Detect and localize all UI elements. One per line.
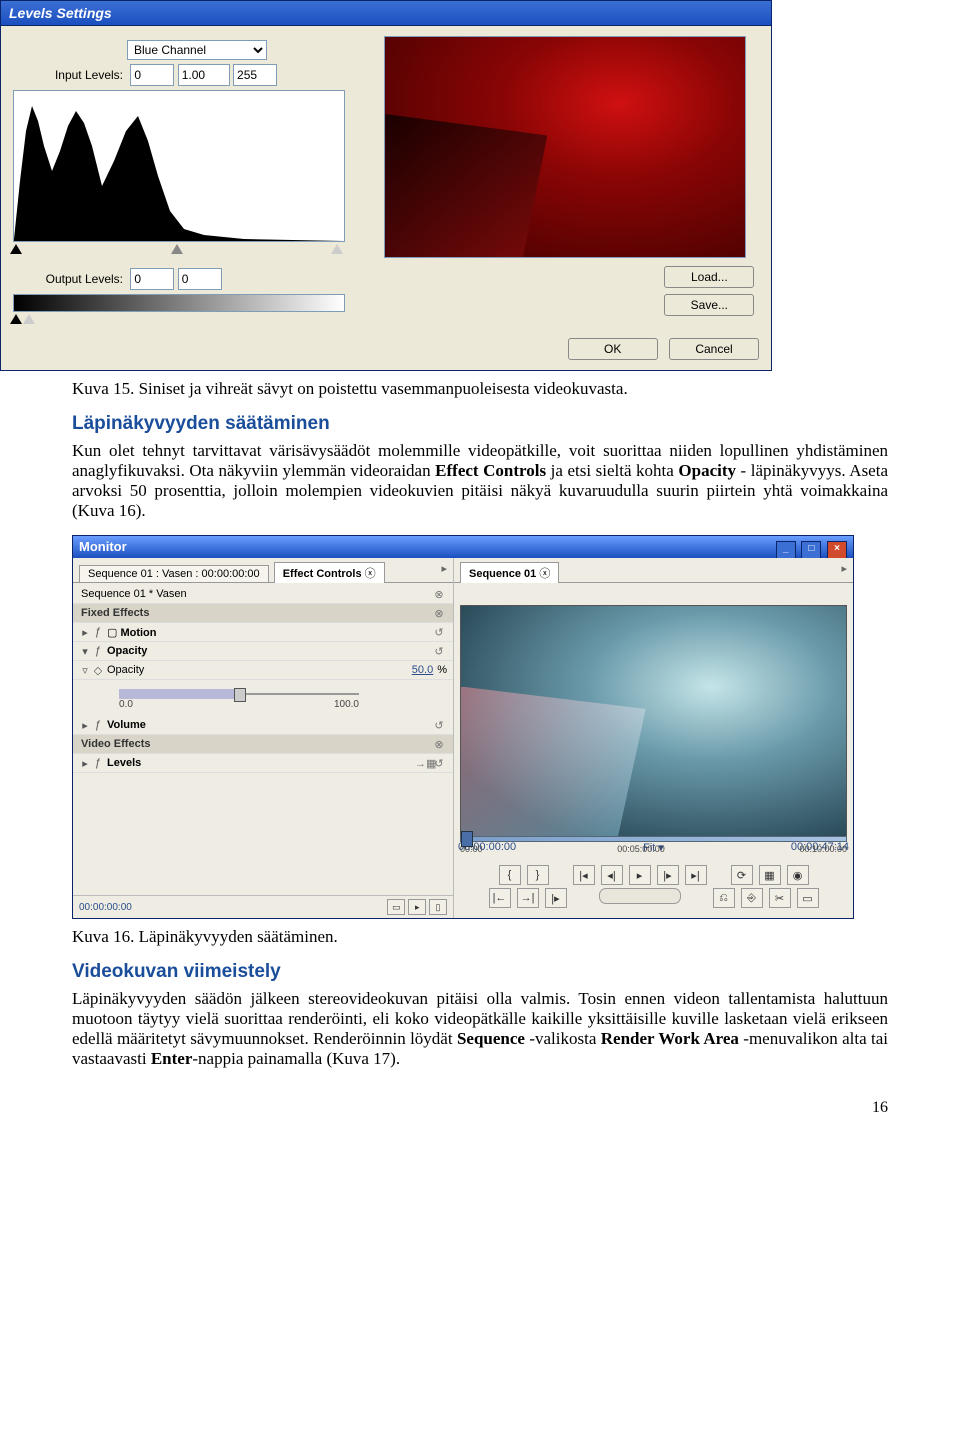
cancel-button[interactable]: Cancel (669, 338, 759, 360)
opacity-value[interactable]: 50.0 (412, 664, 433, 676)
para-lapinakyvyys: Kun olet tehnyt tarvittavat värisävysääd… (72, 441, 888, 521)
output-gradient (13, 294, 345, 312)
loop-icon[interactable]: ⟳ (731, 865, 753, 885)
tab-sequence-source[interactable]: Sequence 01 : Vasen : 00:00:00:00 (79, 565, 269, 582)
levels-settings-dialog: Levels Settings Blue Channel Input Level… (0, 0, 772, 371)
minimize-button[interactable]: _ (776, 541, 796, 559)
panel-menu-icon[interactable]: ▸ (441, 562, 447, 575)
effect-opacity[interactable]: ▾ ƒ Opacity ↺ (73, 642, 453, 661)
ok-button[interactable]: OK (568, 338, 658, 360)
export-frame-icon[interactable]: ▭ (797, 888, 819, 908)
levels-preview (384, 36, 746, 258)
output-max-field[interactable] (178, 268, 222, 290)
twirl-icon[interactable]: ▸ (79, 757, 91, 770)
para-viimeistely: Läpinäkyvyyden säädön jälkeen stereovide… (72, 989, 888, 1069)
ec-timecode: 00:00:00:00 (79, 902, 132, 913)
step-forward-icon[interactable]: |▸ (657, 865, 679, 885)
effect-enable-icon[interactable]: ƒ (91, 645, 105, 657)
output-slider[interactable] (13, 314, 343, 328)
effect-levels[interactable]: ▸ ƒ Levels →▦ ↺ (73, 754, 453, 773)
effect-controls-panel: Sequence 01 : Vasen : 00:00:00:00 Effect… (73, 558, 454, 918)
window-buttons: _ □ × (774, 536, 847, 559)
clip-header: Sequence 01 * Vasen ⊗ (73, 585, 453, 604)
step-back-icon[interactable]: ◂| (601, 865, 623, 885)
scale-min: 0.0 (119, 699, 133, 710)
ec-zoom-in-icon[interactable]: ▯ (429, 899, 447, 915)
load-button[interactable]: Load... (664, 266, 754, 288)
program-preview (460, 605, 847, 837)
close-button[interactable]: × (827, 541, 847, 559)
input-max-field[interactable] (233, 64, 277, 86)
histogram (13, 90, 345, 242)
group-fixed-effects: Fixed Effects ⊗ (73, 604, 453, 623)
levels-settings-titlebar: Levels Settings (1, 1, 771, 26)
fixed-effects-toggle-icon[interactable]: ⊗ (431, 607, 447, 620)
twirl-down-icon[interactable]: ▾ (79, 645, 91, 658)
prev-marker-icon[interactable]: |← (489, 888, 511, 908)
panel-menu-icon[interactable]: ▸ (841, 562, 847, 575)
maximize-button[interactable]: □ (801, 541, 821, 559)
tab-program-sequence[interactable]: Sequence 01 ⓧ (460, 562, 559, 583)
input-levels-label: Input Levels: (13, 68, 123, 82)
reset-icon[interactable]: ↺ (431, 757, 447, 770)
scale-max: 100.0 (334, 699, 359, 710)
tab-close-icon[interactable]: ⓧ (365, 568, 376, 580)
effect-setup-icon[interactable]: →▦ (415, 757, 431, 770)
effect-enable-icon[interactable]: ƒ (91, 719, 105, 731)
shuttle-slider[interactable] (599, 888, 681, 904)
opacity-slider[interactable] (119, 693, 359, 695)
output-levels-label: Output Levels: (13, 272, 123, 286)
playhead-icon[interactable] (461, 831, 473, 847)
next-marker-icon[interactable]: |▸ (545, 888, 567, 908)
trim-icon[interactable]: ✂ (769, 888, 791, 908)
input-slider[interactable] (13, 244, 343, 258)
heading-lapinakyvyys: Läpinäkyvyyden säätäminen (72, 413, 888, 435)
twirl-icon[interactable]: ▸ (79, 626, 91, 639)
twirl-icon[interactable]: ▸ (79, 719, 91, 732)
caption-kuva15: Kuva 15. Siniset ja vihreät sävyt on poi… (72, 379, 888, 399)
reset-icon[interactable]: ↺ (431, 719, 447, 732)
effect-enable-icon[interactable]: ƒ (91, 757, 105, 769)
channel-select[interactable]: Blue Channel (127, 40, 267, 60)
play-icon[interactable]: ▸ (629, 865, 651, 885)
video-effects-toggle-icon[interactable]: ⊗ (431, 738, 447, 751)
effect-motion[interactable]: ▸ ƒ ▢ Motion ↺ (73, 623, 453, 642)
go-to-out-icon[interactable]: ▸| (685, 865, 707, 885)
out-point-icon[interactable]: } (527, 865, 549, 885)
go-to-in-icon[interactable]: |◂ (573, 865, 595, 885)
toggle-timeline-icon[interactable]: ⊗ (431, 588, 447, 601)
reset-icon[interactable]: ↺ (431, 626, 447, 639)
extract-icon[interactable]: ⎆ (741, 888, 763, 908)
opacity-value-row: ▿ ◇ Opacity 50.0 % (73, 661, 453, 680)
caption-kuva16: Kuva 16. Läpinäkyvyyden säätäminen. (72, 927, 888, 947)
save-button[interactable]: Save... (664, 294, 754, 316)
tab-effect-controls[interactable]: Effect Controls ⓧ (274, 562, 385, 583)
ec-play-icon[interactable]: ▸ (408, 899, 426, 915)
tab-close-icon[interactable]: ⓧ (539, 568, 550, 580)
program-monitor-panel: Sequence 01 ⓧ ▸ 00:00:00:00 Fit ▾ 00:00:… (454, 558, 853, 918)
group-video-effects: Video Effects ⊗ (73, 735, 453, 754)
keyframe-toggle-icon[interactable]: ◇ (91, 664, 105, 677)
page-number: 16 (72, 1099, 888, 1117)
lift-icon[interactable]: ⎌ (713, 888, 735, 908)
monitor-title-text: Monitor (79, 536, 127, 558)
effect-enable-icon[interactable]: ƒ (91, 626, 105, 638)
output-min-field[interactable] (130, 268, 174, 290)
safe-margins-icon[interactable]: ▦ (759, 865, 781, 885)
input-min-field[interactable] (130, 64, 174, 86)
monitor-titlebar: Monitor _ □ × (73, 536, 853, 558)
output-icon[interactable]: ◉ (787, 865, 809, 885)
monitor-window: Monitor _ □ × Sequence 01 : Vasen : 00:0… (72, 535, 854, 919)
marker-icon[interactable]: →| (517, 888, 539, 908)
program-timeline-ruler[interactable] (460, 836, 847, 842)
heading-viimeistely: Videokuvan viimeistely (72, 961, 888, 983)
effect-volume[interactable]: ▸ ƒ Volume ↺ (73, 716, 453, 735)
input-gamma-field[interactable] (178, 64, 230, 86)
in-point-icon[interactable]: { (499, 865, 521, 885)
ec-zoom-out-icon[interactable]: ▭ (387, 899, 405, 915)
reset-icon[interactable]: ↺ (431, 645, 447, 658)
twirl-down-icon[interactable]: ▿ (79, 664, 91, 677)
